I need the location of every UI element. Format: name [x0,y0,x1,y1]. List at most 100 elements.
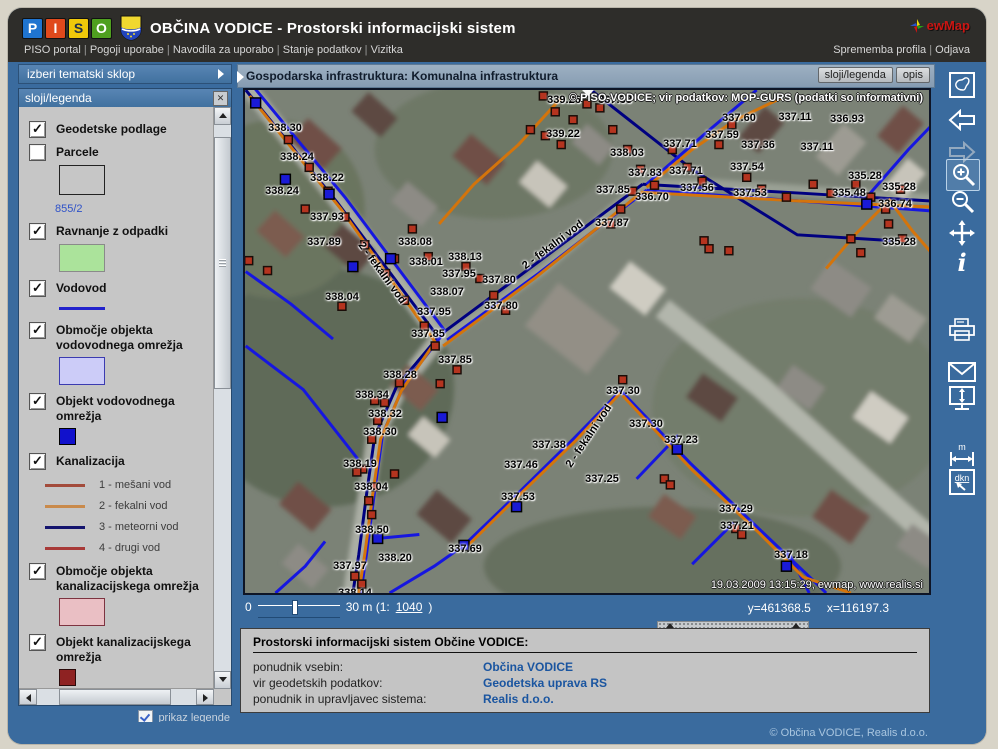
ewmap-logo: ewMap [910,18,970,33]
legend-symbol-rect-lavender [59,357,105,385]
checkbox-unchecked-icon[interactable] [29,144,46,161]
info-panel-title: Prostorski informacijski sistem Občine V… [253,635,917,653]
menu-item[interactable]: PISO portal [24,44,81,56]
scroll-up-button[interactable] [214,107,231,125]
ewmap-label: ewMap [927,18,970,33]
scroll-left-button[interactable] [19,689,37,705]
menu-item[interactable]: Pogoji uporabe [81,44,164,56]
checkbox-checked-icon[interactable]: ✓ [29,223,46,240]
header: PISO OBČINA VODICE - Prostorski informac… [8,8,986,62]
checkbox-checked-icon[interactable]: ✓ [29,121,46,138]
scrollbar-thumb[interactable] [214,137,231,389]
scroll-right-button[interactable] [196,689,214,705]
piso-logo[interactable]: PISO [22,18,112,39]
map-title: Gospodarska infrastruktura: Komunalna in… [246,69,558,83]
elevation-label: 336.74 [878,198,912,210]
elevation-label: 338.14 [338,587,372,595]
legend-sub-item: 1 - mešani vod [45,479,214,491]
layer-label: Objekt kanalizacijskega omrežja [56,634,214,665]
measure-button[interactable]: m [946,440,978,470]
mail-button[interactable] [946,357,978,387]
pan-button[interactable] [946,218,978,248]
user-menu: Sprememba profilaOdjava [833,44,970,60]
close-icon[interactable]: ✕ [213,91,228,106]
info-row-value-link[interactable]: Realis d.o.o. [483,691,554,707]
fit-screen-button[interactable] [946,384,978,414]
piso-logo-letter: I [45,18,66,39]
zoom-out-button[interactable] [946,187,978,217]
menu-item[interactable]: Vizitka [362,44,403,56]
legend-line-symbol [45,505,85,508]
dkn-button[interactable]: dkn [946,467,978,497]
checkbox-checked-icon[interactable]: ✓ [29,280,46,297]
scroll-down-button[interactable] [214,671,231,689]
overview-map-button[interactable] [946,70,978,100]
collapse-top-icon[interactable] [581,89,595,96]
layer-list: ✓Geodetske podlage Parcele855/2 ✓Ravnanje … [19,107,214,689]
elevation-label: 338.07 [430,286,464,298]
map-viewport[interactable]: 338.30338.24338.22338.24337.93337.89338.… [243,88,931,595]
elevation-label: 337.11 [778,111,811,123]
app-window: PISO OBČINA VODICE - Prostorski informac… [8,8,986,744]
legend-symbol-line-blue [59,307,105,310]
elevation-label: 337.83 [628,167,662,179]
info-button[interactable]: i [946,247,978,277]
chevron-right-icon [218,69,224,79]
layers-legend-button[interactable]: sloji/legenda [818,67,893,83]
elevation-label: 337.85 [411,328,445,340]
pipeline-type-label: 2 - fekalni vod [520,218,586,272]
elevation-label: 337.18 [774,549,808,561]
elevation-label: 338.50 [355,524,389,536]
scale-value-link[interactable]: 1040 [396,600,423,614]
legend-symbol-rect-green [59,244,105,272]
elevation-label: 337.25 [585,473,619,485]
layer-label: Območje objekta vodovodnega omrežja [56,322,214,353]
layer-label: Območje objekta kanalizacijskega omrežja [56,563,214,594]
back-arrow-button[interactable] [946,105,978,135]
scrollbar-thumb[interactable] [59,689,171,705]
menu-item[interactable]: Sprememba profila [833,44,926,56]
scale-slider[interactable] [258,605,340,618]
elevation-label: 338.04 [325,291,359,303]
elevation-label: 337.23 [664,434,698,446]
print-button[interactable] [946,315,978,345]
checkbox-checked-icon[interactable]: ✓ [29,563,46,580]
legend-symbol-rect-pink [59,598,105,626]
info-row: vir geodetskih podatkov:Geodetska uprava… [253,675,917,691]
elevation-label: 337.21 [720,520,754,532]
checkbox-checked-icon[interactable]: ✓ [29,453,46,470]
legend-sub-item: 4 - drugi vod [45,542,214,554]
vertical-scrollbar[interactable] [213,107,231,689]
info-row: ponudnik in upravljavec sistema:Realis d… [253,691,917,707]
layer-row: ✓Geodetske podlage [29,121,214,138]
layer-row: Parcele855/2 [29,144,214,215]
checkbox-checked-icon[interactable]: ✓ [29,393,46,410]
elevation-label: 337.71 [663,138,697,150]
measure-unit-glyph: m [958,442,966,452]
map-watermark-date: 19.03.2009 13:15:29, ewmap, www.realis.s… [711,579,923,591]
topic-selector-label: izberi tematski sklop [27,67,135,81]
horizontal-scrollbar[interactable] [19,688,214,705]
menu-item[interactable]: Navodila za uporabo [164,44,274,56]
layer-label: Kanalizacija [56,453,125,469]
collapse-left-icon[interactable] [237,71,244,83]
elevation-label: 339.22 [546,128,580,140]
elevation-label: 337.36 [741,139,775,151]
menu-item[interactable]: Stanje podatkov [274,44,362,56]
layer-row: ✓Vodovod [29,280,214,310]
info-row-value-link[interactable]: Občina VODICE [483,659,573,675]
info-glyph: i [957,248,966,277]
checkbox-checked-icon[interactable]: ✓ [29,634,46,651]
scale-slider-thumb[interactable] [292,600,298,615]
checkbox-checked-icon[interactable]: ✓ [29,322,46,339]
elevation-label: 337.29 [719,503,753,515]
elevation-label: 338.34 [355,389,389,401]
menu-item[interactable]: Odjava [926,44,970,56]
description-button[interactable]: opis [896,67,930,83]
topic-selector[interactable]: izberi tematski sklop [18,64,232,84]
elevation-label: 338.22 [310,172,344,184]
info-row-value-link[interactable]: Geodetska uprava RS [483,675,607,691]
layer-row: ✓Ravnanje z odpadki [29,223,214,272]
elevation-label: 338.32 [368,408,402,420]
layer-row: ✓ Območje objekta vodovodnega omrežja [29,322,214,385]
